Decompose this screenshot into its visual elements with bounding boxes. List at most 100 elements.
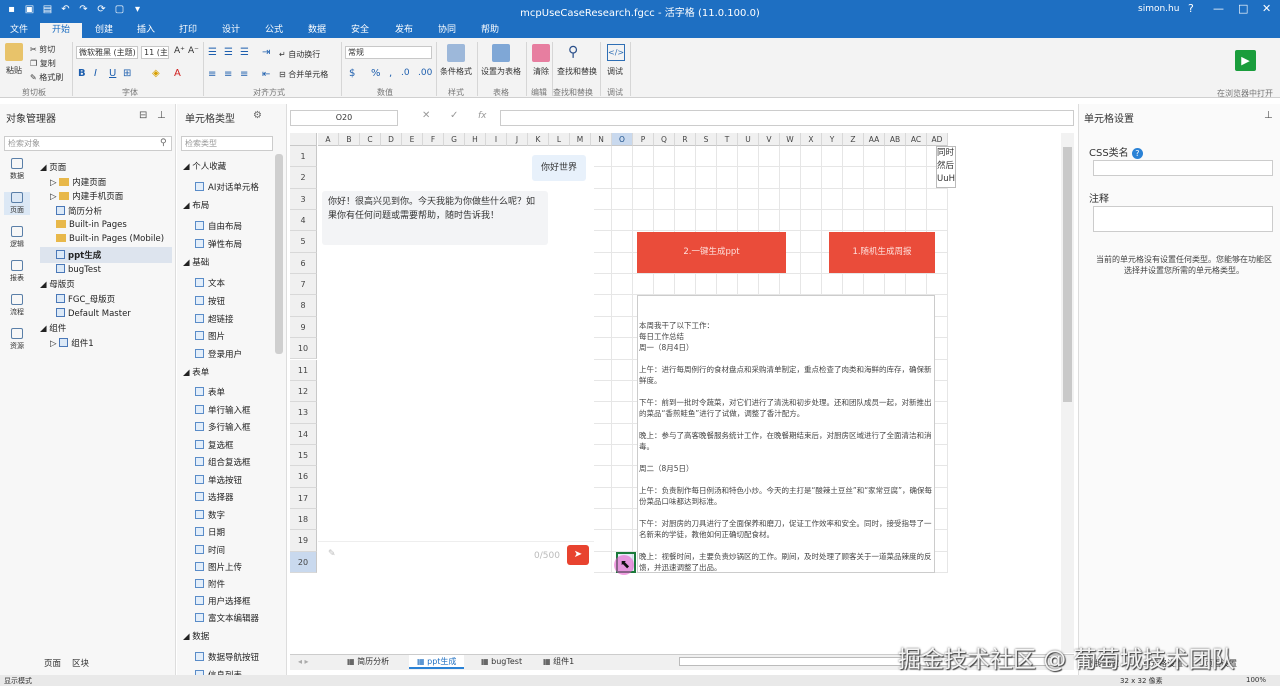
celltype-flex-layout[interactable]: 弹性布局 xyxy=(195,238,242,250)
binoculars-icon[interactable]: ⚲ xyxy=(568,44,578,60)
row-header[interactable]: 11 xyxy=(290,359,317,381)
celltype-radio[interactable]: 单选按钮 xyxy=(195,474,242,486)
font-size-select[interactable]: 11 (主 xyxy=(141,46,169,59)
copy-button[interactable]: ❐ 复制 xyxy=(30,58,56,69)
clear-button[interactable]: 清除 xyxy=(533,66,549,77)
row-header[interactable]: 4 xyxy=(290,210,317,232)
explorer-tab-pages[interactable]: 页面 xyxy=(44,657,61,669)
column-header[interactable]: T xyxy=(717,133,738,146)
celltype-user-select[interactable]: 用户选择框 xyxy=(195,595,251,607)
row-header[interactable]: 2 xyxy=(290,167,317,189)
sheet-tab-resume[interactable]: ▦ 简历分析 xyxy=(347,655,389,669)
align-middle-icon[interactable]: ☰ xyxy=(224,47,233,58)
column-header[interactable]: D xyxy=(381,133,402,146)
celltype-time[interactable]: 时间 xyxy=(195,544,225,556)
italic-icon[interactable]: I xyxy=(94,68,97,79)
align-center-icon[interactable]: ≡ xyxy=(224,69,232,80)
section-basic[interactable]: ◢ 基础 xyxy=(183,256,209,268)
row-header[interactable]: 6 xyxy=(290,252,317,275)
column-header[interactable]: X xyxy=(801,133,822,146)
celltype-textbox[interactable]: 单行输入框 xyxy=(195,404,251,416)
tab-data[interactable]: 数据 xyxy=(302,23,332,38)
nav-flow[interactable]: 流程 xyxy=(4,294,30,317)
maximize-icon[interactable]: □ xyxy=(1238,2,1248,15)
column-header[interactable]: AC xyxy=(906,133,927,146)
tab-insert[interactable]: 插入 xyxy=(131,23,161,38)
indent-icon[interactable]: ⇥ xyxy=(262,47,270,58)
celltype-checkbox-group[interactable]: 组合复选框 xyxy=(195,456,251,468)
attachment-icon[interactable]: ✎ xyxy=(328,549,336,559)
grow-font-icon[interactable]: A⁺ xyxy=(174,46,185,56)
debug-button[interactable]: 调试 xyxy=(607,66,623,77)
section-favorites[interactable]: ◢ 个人收藏 xyxy=(183,160,226,172)
column-header[interactable]: O xyxy=(612,133,633,146)
row-header[interactable]: 10 xyxy=(290,338,317,360)
tree-folder[interactable]: Built-in Pages (Mobile) xyxy=(56,234,164,244)
row-header[interactable]: 7 xyxy=(290,274,317,296)
section-data[interactable]: ◢ 数据 xyxy=(183,630,209,642)
pin-icon[interactable]: ⊥ xyxy=(1264,110,1273,121)
column-header[interactable]: P xyxy=(633,133,654,146)
celltype-textarea[interactable]: 多行输入框 xyxy=(195,421,251,433)
currency-icon[interactable]: $ xyxy=(349,68,355,79)
tree-page[interactable]: 简历分析 xyxy=(56,205,102,217)
celltype-data-nav[interactable]: 数据导航按钮 xyxy=(195,651,259,663)
celltype-number[interactable]: 数字 xyxy=(195,509,225,521)
tree-page[interactable]: bugTest xyxy=(56,264,101,275)
column-header[interactable]: Y xyxy=(822,133,843,146)
percent-icon[interactable]: % xyxy=(371,68,381,79)
nav-page[interactable]: 页面 xyxy=(4,192,30,215)
align-top-icon[interactable]: ☰ xyxy=(208,47,217,58)
paste-button[interactable]: 粘贴 xyxy=(6,65,22,76)
font-name-select[interactable]: 微软雅黑 (主题) xyxy=(76,46,138,59)
celltype-image[interactable]: 图片 xyxy=(195,330,225,342)
tree-folder[interactable]: ▷ 内建手机页面 xyxy=(50,190,123,202)
column-header[interactable]: Z xyxy=(843,133,864,146)
tree-page-selected[interactable]: ppt生成 xyxy=(40,247,172,263)
outdent-icon[interactable]: ⇤ xyxy=(262,69,270,80)
row-header[interactable]: 18 xyxy=(290,508,317,531)
conditional-format-button[interactable]: 条件格式 xyxy=(440,66,472,77)
celltype-free-layout[interactable]: 自由布局 xyxy=(195,220,242,232)
cell-reference-box[interactable]: O20 xyxy=(290,110,398,126)
row-header[interactable]: 14 xyxy=(290,423,317,445)
celltype-rich-text[interactable]: 富文本编辑器 xyxy=(195,612,259,624)
minimize-icon[interactable]: — xyxy=(1213,2,1224,15)
tab-help[interactable]: 帮助 xyxy=(475,23,505,38)
nav-data[interactable]: 数据 xyxy=(4,158,30,181)
column-header[interactable]: I xyxy=(486,133,507,146)
tab-publish[interactable]: 发布 xyxy=(389,23,419,38)
vertical-scrollbar-thumb[interactable] xyxy=(1063,147,1072,402)
row-header[interactable]: 19 xyxy=(290,530,317,552)
row-header[interactable]: 8 xyxy=(290,295,317,317)
row-header[interactable]: 17 xyxy=(290,487,317,509)
align-left-icon[interactable]: ≡ xyxy=(208,69,216,80)
row-header[interactable]: 3 xyxy=(290,188,317,211)
css-class-input[interactable] xyxy=(1093,160,1273,176)
column-header[interactable]: J xyxy=(507,133,528,146)
tab-formula[interactable]: 公式 xyxy=(259,23,289,38)
column-header[interactable]: C xyxy=(360,133,381,146)
cancel-icon[interactable]: ✕ xyxy=(422,110,430,121)
fx-icon[interactable]: fx xyxy=(478,111,487,121)
column-header[interactable]: B xyxy=(339,133,360,146)
tab-security[interactable]: 安全 xyxy=(345,23,375,38)
align-bottom-icon[interactable]: ☰ xyxy=(240,47,249,58)
explorer-search-input[interactable]: 检索对象 xyxy=(4,136,172,151)
close-icon[interactable]: ✕ xyxy=(1262,2,1271,15)
tree-root-pages[interactable]: ◢ 页面 xyxy=(40,161,66,173)
send-icon[interactable]: ➤ xyxy=(567,545,589,565)
column-header[interactable]: AA xyxy=(864,133,885,146)
tab-file[interactable]: 文件 xyxy=(4,23,34,38)
column-header[interactable]: N xyxy=(591,133,612,146)
set-table-button[interactable]: 设置为表格 xyxy=(481,66,521,77)
celltype-button[interactable]: 按钮 xyxy=(195,295,225,307)
tree-root-masters[interactable]: ◢ 母版页 xyxy=(40,278,75,290)
generate-ppt-button[interactable]: 2.一键生成ppt xyxy=(637,232,786,273)
column-header[interactable]: A xyxy=(318,133,339,146)
bold-icon[interactable]: B xyxy=(78,68,86,79)
number-format-select[interactable]: 常规 xyxy=(345,46,432,59)
decrease-decimal-icon[interactable]: .00 xyxy=(418,68,432,78)
section-form[interactable]: ◢ 表单 xyxy=(183,366,209,378)
column-header[interactable]: U xyxy=(738,133,759,146)
